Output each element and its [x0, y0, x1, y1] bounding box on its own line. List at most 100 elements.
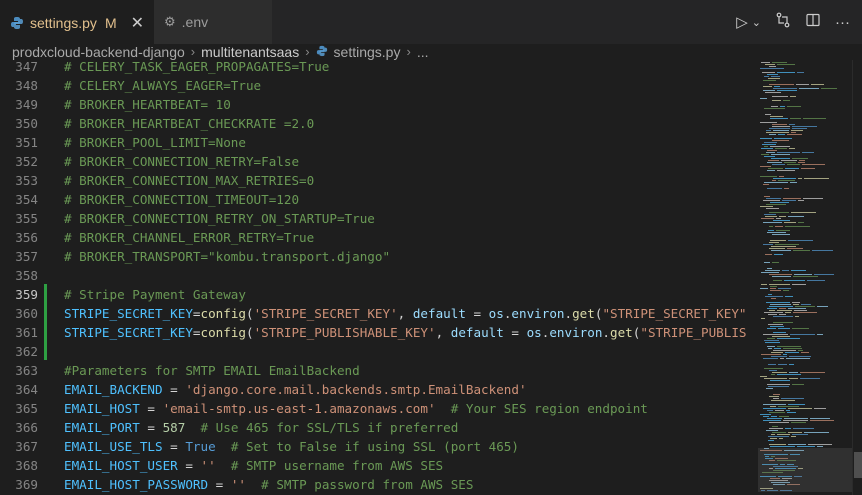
minimap-line: [763, 222, 782, 223]
minimap-line: [810, 420, 834, 421]
minimap-line: [764, 312, 783, 313]
minimap-line: [779, 176, 784, 177]
code-line[interactable]: 365 EMAIL_HOST = 'email-smtp.us-east-1.am…: [0, 399, 760, 418]
code-token: # BROKER_CONNECTION_MAX_RETRIES=0: [64, 173, 315, 188]
code-token: "STRIPE_PUBLIS: [640, 325, 747, 340]
code-token: "STRIPE_SECRET_KEY": [602, 306, 747, 321]
breadcrumb-item-root[interactable]: prodxcloud-backend-django: [12, 45, 185, 59]
editor-tab-bar: settings.py M ✕ ⚙ .env ▷ ⌄ ···: [0, 0, 862, 44]
code-line[interactable]: 364 EMAIL_BACKEND = 'django.core.mail.bac…: [0, 380, 760, 399]
code-token: # BROKER_CONNECTION_RETRY_ON_STARTUP=Tru…: [64, 211, 375, 226]
minimap-line: [764, 142, 777, 143]
minimap-line: [760, 122, 777, 123]
minimap-line: [767, 328, 776, 329]
close-icon[interactable]: ✕: [131, 13, 144, 33]
code-line[interactable]: 367 EMAIL_USE_TLS = True # Set to False i…: [0, 437, 760, 456]
code-line[interactable]: 368 EMAIL_HOST_USER = '' # SMTP username …: [0, 456, 760, 475]
minimap-line: [803, 118, 826, 119]
minimap-line: [783, 198, 801, 199]
code-editor[interactable]: 347 # CELERY_TASK_EAGER_PROPAGATES=True 34…: [0, 60, 760, 495]
minimap-line: [791, 270, 806, 271]
minimap-line: [764, 76, 769, 77]
code-line[interactable]: 360 STRIPE_SECRET_KEY=config('STRIPE_SECR…: [0, 304, 760, 323]
code-token: =: [162, 439, 186, 454]
minimap-line: [787, 412, 796, 413]
minimap-line: [790, 182, 797, 183]
minimap-line: [775, 226, 783, 227]
code-line[interactable]: 352 # BROKER_CONNECTION_RETRY=False: [0, 152, 760, 171]
code-token: # SMTP username from AWS SES: [230, 458, 444, 473]
code-line[interactable]: 359 # Stripe Payment Gateway: [0, 285, 760, 304]
code-line[interactable]: 356 # BROKER_CHANNEL_ERROR_RETRY=True: [0, 228, 760, 247]
line-number: 350: [15, 116, 38, 131]
minimap-line: [770, 240, 786, 241]
minimap-line: [801, 304, 811, 305]
modified-indicator: M: [104, 14, 117, 31]
minimap-line: [772, 262, 779, 263]
code-line[interactable]: 351 # BROKER_POOL_LIMIT=None: [0, 133, 760, 152]
code-line[interactable]: 362: [0, 342, 760, 361]
minimap-line: [763, 184, 769, 185]
code-token: =: [503, 325, 527, 340]
tab-settings-py[interactable]: settings.py M ✕: [0, 0, 155, 44]
split-editor-icon[interactable]: [805, 12, 821, 32]
minimap-line: [760, 288, 768, 289]
minimap-line: [792, 302, 800, 303]
vertical-scrollbar[interactable]: [852, 60, 862, 495]
code-line[interactable]: 348 # CELERY_ALWAYS_EAGER=True: [0, 76, 760, 95]
code-text: STRIPE_SECRET_KEY=config('STRIPE_SECRET_…: [64, 304, 747, 323]
minimap-line: [786, 358, 810, 359]
source-control-compare-icon[interactable]: [775, 12, 791, 32]
more-actions-icon[interactable]: ···: [835, 14, 850, 31]
code-token: 'django.core.mail.backends.smtp.EmailBac…: [185, 382, 527, 397]
minimap-line: [772, 372, 787, 373]
minimap-viewport[interactable]: [758, 448, 852, 492]
editor-actions: ▷ ⌄ ···: [736, 0, 862, 44]
minimap-line: [770, 406, 776, 407]
code-line[interactable]: 353 # BROKER_CONNECTION_MAX_RETRIES=0: [0, 171, 760, 190]
code-line[interactable]: 366 EMAIL_PORT = 587 # Use 465 for SSL/TL…: [0, 418, 760, 437]
minimap-line: [792, 284, 806, 285]
minimap-line: [771, 374, 775, 375]
code-line[interactable]: 369 EMAIL_HOST_PASSWORD = '' # SMTP passw…: [0, 475, 760, 494]
minimap-line: [763, 80, 776, 81]
minimap-line: [773, 322, 793, 323]
code-token: STRIPE_SECRET_KEY: [64, 306, 193, 321]
code-line[interactable]: 361 STRIPE_SECRET_KEY=config('STRIPE_PUBL…: [0, 323, 760, 342]
minimap-line: [776, 218, 781, 219]
minimap-line: [768, 324, 783, 325]
code-line[interactable]: 355 # BROKER_CONNECTION_RETRY_ON_STARTUP=…: [0, 209, 760, 228]
minimap-line: [787, 164, 800, 165]
code-text: #Parameters for SMTP EMAIL EmailBackend: [64, 361, 360, 380]
minimap-line: [763, 244, 773, 245]
minimap-line: [767, 338, 775, 339]
code-line[interactable]: 354 # BROKER_CONNECTION_TIMEOUT=120: [0, 190, 760, 209]
minimap-line: [788, 408, 812, 409]
code-line[interactable]: 347 # CELERY_TASK_EAGER_PROPAGATES=True: [0, 60, 760, 76]
code-line[interactable]: 350 # BROKER_HEARTBEAT_CHECKRATE =2.0: [0, 114, 760, 133]
minimap[interactable]: [758, 60, 852, 495]
minimap-line: [777, 64, 795, 65]
run-icon[interactable]: ▷: [736, 13, 748, 31]
minimap-line: [763, 416, 769, 417]
code-line[interactable]: 357 # BROKER_TRANSPORT="kombu.transport.d…: [0, 247, 760, 266]
chevron-down-icon[interactable]: ⌄: [752, 16, 761, 29]
code-line[interactable]: 349 # BROKER_HEARTBEAT= 10: [0, 95, 760, 114]
code-line[interactable]: 363 #Parameters for SMTP EMAIL EmailBacke…: [0, 361, 760, 380]
minimap-line: [788, 404, 805, 405]
minimap-line: [772, 426, 778, 427]
code-token: 'email-smtp.us-east-1.amazonaws.com': [162, 401, 436, 416]
breadcrumb-item-symbol[interactable]: ...: [417, 45, 429, 59]
scrollbar-thumb[interactable]: [854, 452, 862, 478]
minimap-line: [771, 434, 775, 435]
minimap-line: [763, 86, 772, 87]
code-token: (: [246, 325, 254, 340]
minimap-line: [778, 364, 787, 365]
tab-env[interactable]: ⚙ .env: [154, 0, 273, 44]
minimap-line: [817, 334, 823, 335]
breadcrumb-item-folder[interactable]: multitenantsaas: [201, 45, 299, 59]
code-line[interactable]: 358: [0, 266, 760, 285]
breadcrumb-item-file[interactable]: settings.py: [334, 45, 401, 59]
